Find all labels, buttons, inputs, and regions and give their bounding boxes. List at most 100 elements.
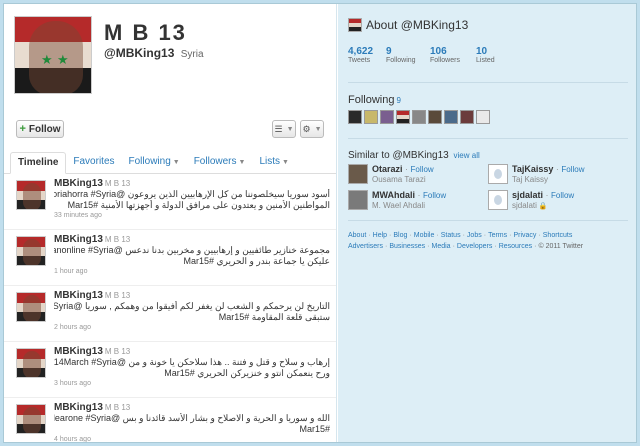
similar-username[interactable]: TajKaissy (512, 164, 553, 174)
profile-location: Syria (180, 49, 204, 60)
similar-user[interactable]: MWAhdali · Follow M. Wael Ahdali (348, 190, 488, 212)
similar-user-avatar[interactable] (348, 190, 368, 210)
footer-link-mobile[interactable]: Mobile (414, 232, 435, 239)
divider (348, 82, 628, 83)
tweet-timestamp[interactable]: 1 hour ago (54, 268, 331, 275)
chevron-down-icon: ▼ (286, 125, 294, 133)
stat-label: Following (386, 57, 416, 64)
tweet[interactable]: MBKing13 M B 13 أسود سوريا سيخلصوننا من ك… (4, 174, 336, 230)
tweet-avatar[interactable] (16, 236, 46, 266)
following-title: Following (348, 94, 395, 106)
following-avatar[interactable] (412, 110, 426, 124)
similar-user-avatar[interactable] (348, 164, 368, 184)
following-avatar[interactable] (380, 110, 394, 124)
following-avatar[interactable] (460, 110, 474, 124)
similar-user-avatar[interactable] (488, 164, 508, 184)
tab-lists[interactable]: Lists ▼ (252, 152, 296, 174)
footer-link-jobs[interactable]: Jobs (467, 232, 482, 239)
tab-timeline[interactable]: Timeline (10, 152, 67, 174)
profile-display-name: M B 13 (104, 20, 187, 45)
settings-menu-button[interactable]: ⚙ ▼ (300, 120, 324, 138)
list-menu-button[interactable]: ☰ ▼ (272, 120, 296, 138)
about-avatar (348, 18, 362, 32)
similar-follow-link[interactable]: Follow (423, 191, 446, 200)
footer-link-resources[interactable]: Resources (499, 243, 532, 250)
footer-link-terms[interactable]: Terms (488, 232, 507, 239)
footer-link-developers[interactable]: Developers (457, 243, 492, 250)
plus-icon: + (19, 123, 26, 135)
tweet-text-line: إرهاب و سلاح و قتل و فتنة .. هذا سلاحكن … (54, 357, 330, 367)
stat-following[interactable]: 9 Following (386, 46, 430, 64)
similar-follow-link[interactable]: Follow (561, 165, 584, 174)
similar-user[interactable]: sjdalati · Follow sjdalati 🔒 (488, 190, 628, 212)
similar-username[interactable]: MWAhdali (372, 190, 415, 200)
tweet-username[interactable]: MBKing13 (54, 178, 103, 189)
tweet[interactable]: MBKing13 M B 13 التاريخ لن يرحمكم و الشعب… (4, 286, 336, 342)
star-icon: ★ (41, 52, 53, 67)
stat-number: 9 (386, 46, 392, 57)
footer-link-about[interactable]: About (348, 232, 366, 239)
tweet-timestamp[interactable]: 3 hours ago (54, 380, 331, 387)
similar-user[interactable]: Otarazi · Follow Ousama Tarazi (348, 164, 488, 186)
tweet-display-name: M B 13 (104, 179, 131, 188)
similar-user-avatar[interactable] (488, 190, 508, 210)
tweet-timestamp[interactable]: 33 minutes ago (54, 212, 331, 219)
tweet[interactable]: MBKing13 M B 13 الله و سوريا و الحرية و ا… (4, 398, 336, 442)
tweet-username[interactable]: MBKing13 (54, 346, 103, 357)
tweet-username[interactable]: MBKing13 (54, 402, 103, 413)
sidebar: About @MBKing13 4,622 Tweets 9 Following… (338, 4, 636, 442)
similar-display-name: Taj Kaissy (512, 175, 549, 184)
tweet-avatar[interactable] (16, 348, 46, 378)
profile-avatar[interactable]: ★ ★ (14, 16, 92, 94)
footer-link-advertisers[interactable]: Advertisers (348, 243, 383, 250)
stat-tweets[interactable]: 4,622 Tweets (348, 46, 386, 64)
following-avatar[interactable] (444, 110, 458, 124)
following-avatar[interactable] (428, 110, 442, 124)
tweet-avatar[interactable] (16, 292, 46, 322)
similar-title: Similar to @MBKing13 (348, 150, 449, 161)
tweet-text-line: ستبقى قلعة المقاومة #Mar15 (218, 312, 330, 322)
similar-follow-link[interactable]: Follow (411, 165, 434, 174)
footer-link-help[interactable]: Help (373, 232, 387, 239)
tweet-text: مجموعة خنازير طائفيين و إرهابيين و مخربي… (54, 245, 330, 267)
tab-favorites[interactable]: Favorites (66, 152, 121, 174)
tweet-text: الله و سوريا و الحرية و الاصلاح و بشار ا… (54, 413, 330, 435)
tab-following[interactable]: Following ▼ (122, 152, 187, 174)
footer-link-blog[interactable]: Blog (393, 232, 407, 239)
following-avatar[interactable] (364, 110, 378, 124)
follow-button-label: Follow (28, 123, 61, 135)
similar-username[interactable]: Otarazi (372, 164, 403, 174)
footer-link-shortcuts[interactable]: Shortcuts (543, 232, 573, 239)
similar-user[interactable]: TajKaissy · Follow Taj Kaissy (488, 164, 628, 186)
following-avatar[interactable] (476, 110, 490, 124)
profile-header: ★ ★ M B 13 @MBKing13 Syria + Follow ☰ ▼ ⚙… (4, 4, 336, 144)
similar-follow-link[interactable]: Follow (551, 191, 574, 200)
footer-link-status[interactable]: Status (441, 232, 461, 239)
footer-link-media[interactable]: Media (432, 243, 451, 250)
tweet-avatar[interactable] (16, 180, 46, 210)
tweet-username[interactable]: MBKing13 (54, 234, 103, 245)
following-avatar[interactable] (396, 110, 410, 124)
stat-listed[interactable]: 10 Listed (476, 46, 516, 64)
footer-link-businesses[interactable]: Businesses (389, 243, 425, 250)
footer-link-privacy[interactable]: Privacy (513, 232, 536, 239)
following-count[interactable]: 9 (396, 96, 400, 105)
tweet-timestamp[interactable]: 2 hours ago (54, 324, 331, 331)
tweet-timestamp[interactable]: 4 hours ago (54, 436, 331, 442)
similar-display-name: Ousama Tarazi (372, 175, 426, 184)
tweet-avatar[interactable] (16, 404, 46, 434)
tweet-username[interactable]: MBKing13 (54, 290, 103, 301)
tweet[interactable]: MBKing13 M B 13 إرهاب و سلاح و قتل و فتنة… (4, 342, 336, 398)
stat-label: Listed (476, 57, 495, 64)
stat-number: 4,622 (348, 46, 374, 57)
following-avatar[interactable] (348, 110, 362, 124)
tab-label: Following (128, 156, 171, 167)
similar-username[interactable]: sjdalati (512, 190, 543, 200)
follow-button[interactable]: + Follow (16, 120, 64, 138)
stat-followers[interactable]: 106 Followers (430, 46, 476, 64)
chevron-down-icon: ▼ (314, 125, 322, 133)
view-all-link[interactable]: view all (454, 151, 480, 160)
tab-followers[interactable]: Followers ▼ (187, 152, 253, 174)
tweet-text-line: عليكن يا جماعة بندر و الحريري #Mar15 (183, 256, 330, 266)
tweet[interactable]: MBKing13 M B 13 مجموعة خنازير طائفيين و إ… (4, 230, 336, 286)
